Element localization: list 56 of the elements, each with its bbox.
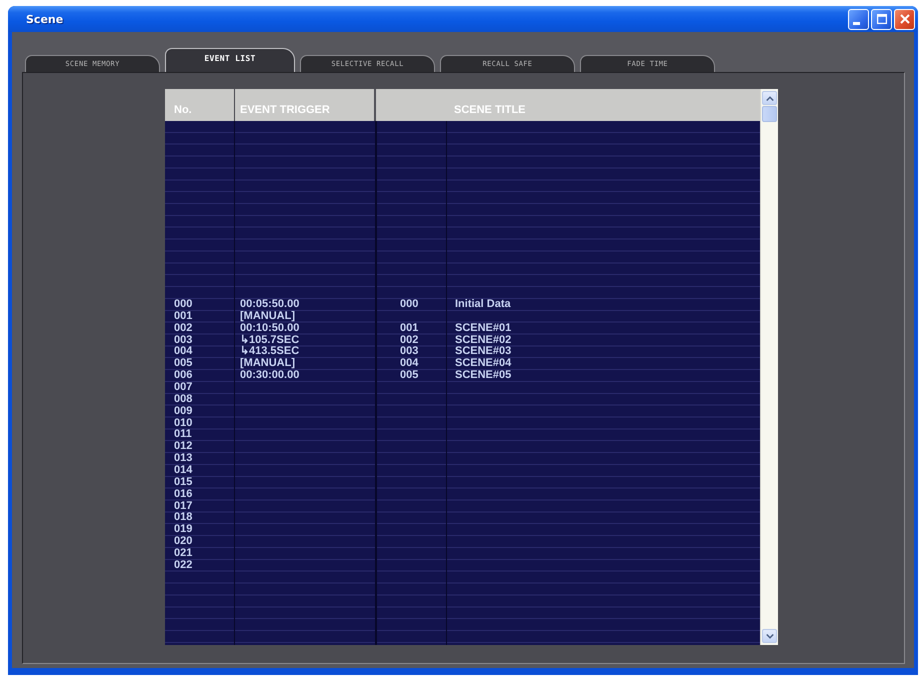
table-cell: 021	[174, 548, 192, 560]
scroll-up-button[interactable]	[762, 91, 777, 105]
table-cell: 00:05:50.00	[240, 299, 300, 311]
table-cell-text: 004	[174, 346, 192, 358]
table-cell: 001	[400, 322, 418, 335]
table-cell: 015	[174, 476, 192, 489]
maximize-icon	[876, 14, 886, 24]
table-cell-text: 017	[174, 500, 192, 512]
close-button[interactable]	[894, 8, 915, 30]
table-cell: 014	[174, 465, 192, 477]
table-cell-text: ↳413.5SEC	[240, 346, 300, 358]
table-cell-text: 002	[400, 334, 418, 346]
table-cell: 00:30:00.00	[240, 370, 300, 382]
table-cell-text: [MANUAL]	[240, 358, 295, 370]
table-cell: 009	[174, 406, 192, 418]
table-cell: 022	[174, 560, 192, 572]
close-icon	[900, 14, 910, 24]
table-cell-text: 012	[174, 441, 192, 453]
table-cell: 000	[174, 299, 192, 311]
scrollbar-thumb[interactable]	[762, 106, 777, 122]
table-cell-text: ↳105.7SEC	[240, 334, 300, 346]
table-cell-text: 003	[174, 334, 192, 346]
scrollbar-track[interactable]	[760, 89, 778, 645]
table-cell-text: SCENE#04	[455, 358, 512, 370]
minimize-icon	[853, 22, 860, 24]
tab[interactable]: EVENT LIST	[165, 48, 295, 72]
table-cell: SCENE#05	[455, 370, 512, 382]
table-cell-text: 011	[174, 429, 192, 441]
table-cell: 001	[174, 310, 192, 323]
table-cell: Initial Data	[455, 299, 511, 311]
table-cell-text: 00:10:50.00	[240, 322, 300, 334]
table-cell: SCENE#01	[455, 322, 512, 335]
table-cell-text: 013	[174, 453, 192, 465]
caret-down-icon	[766, 634, 774, 638]
table-cell-text: 019	[174, 524, 192, 536]
table-cell: 002	[174, 322, 192, 335]
table-cell-text: 006	[174, 370, 192, 382]
table-cell-text: 005	[174, 358, 192, 370]
caret-up-icon	[766, 96, 774, 100]
table-cell-text: 003	[400, 346, 418, 358]
table-cell: 005	[400, 370, 418, 382]
table-cell-text: SCENE#02	[455, 334, 512, 346]
table-cell-text: 010	[174, 418, 192, 429]
table-cell-text: 018	[174, 512, 192, 524]
scroll-down-button[interactable]	[762, 629, 777, 643]
table-cell: 016	[174, 488, 192, 501]
table-cell-text: 020	[174, 536, 192, 548]
table-cell: 000	[400, 299, 418, 311]
table-cell: 008	[174, 394, 192, 406]
minimize-button[interactable]	[848, 8, 869, 30]
maximize-button[interactable]	[871, 8, 892, 30]
table-cell: [MANUAL]	[240, 310, 295, 323]
table-cell: 007	[174, 382, 192, 394]
window-title: Scene	[26, 12, 64, 26]
table-cell-text: SCENE#03	[455, 346, 512, 358]
table-cell-text: 004	[400, 358, 418, 370]
